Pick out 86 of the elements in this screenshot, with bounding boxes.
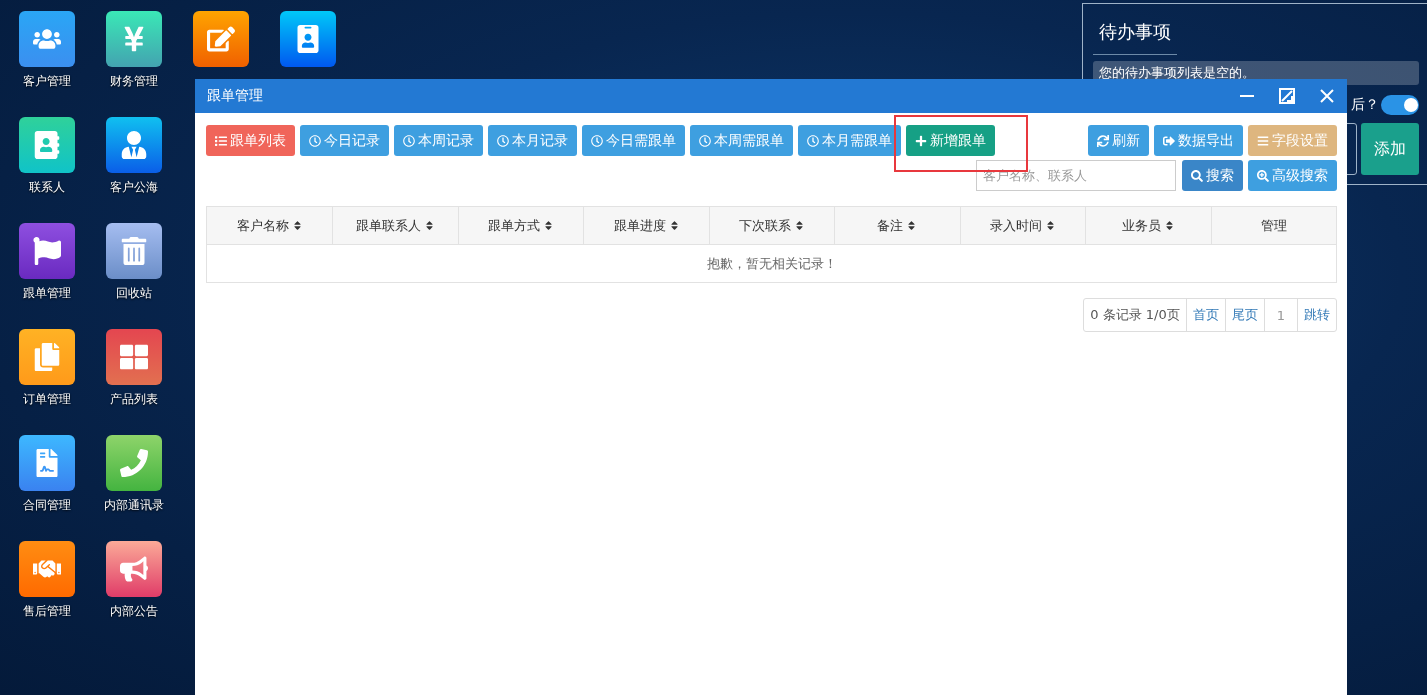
page-link[interactable]: 首页 [1185, 299, 1225, 331]
column-header: 管理 [1210, 207, 1336, 244]
column-header[interactable]: 跟单进度 [583, 207, 709, 244]
record-count: 0 条记录 1/0页 [1089, 306, 1181, 324]
clock-icon [699, 134, 711, 147]
menu-icon [1257, 134, 1269, 147]
clock-icon [591, 134, 603, 147]
search-icon [1191, 169, 1203, 182]
current-page[interactable]: 1 [1263, 299, 1297, 331]
toggle-label: 后？ [1351, 96, 1379, 114]
flag-icon [33, 237, 61, 265]
app-icon[interactable] [19, 435, 75, 491]
refresh-icon [1097, 134, 1109, 147]
address-book-icon [33, 131, 61, 159]
sort-icon[interactable] [291, 220, 303, 231]
app-label: 客户管理 [23, 73, 71, 90]
app-icon[interactable] [106, 117, 162, 173]
app-icon[interactable] [280, 11, 336, 67]
close-icon[interactable] [1318, 87, 1336, 105]
app-icon[interactable] [19, 223, 75, 279]
column-header[interactable]: 下次联系 [708, 207, 835, 244]
trash-icon [120, 237, 148, 265]
column-header[interactable]: 跟单联系人 [332, 207, 458, 244]
app-icon[interactable] [106, 541, 162, 597]
app-label: 内部通讯录 [104, 497, 164, 514]
clock-icon [309, 134, 321, 147]
column-header[interactable]: 录入时间 [959, 207, 1086, 244]
toggle-switch[interactable] [1381, 95, 1419, 115]
app-label: 财务管理 [110, 73, 158, 90]
sort-icon[interactable] [424, 220, 436, 231]
column-header[interactable]: 跟单方式 [457, 207, 584, 244]
empty-message: 抱歉，暂无相关记录！ [706, 254, 837, 273]
toolbar-button[interactable]: 跟单列表 [206, 125, 295, 156]
megaphone-icon [120, 555, 148, 583]
sort-icon[interactable] [1044, 220, 1056, 231]
toolbar-button[interactable]: 本周记录 [394, 125, 483, 156]
toolbar-button[interactable]: 数据导出 [1154, 125, 1243, 156]
app-icon[interactable] [19, 11, 75, 67]
panel-title: 待办事项 [1093, 16, 1177, 55]
toolbar-button[interactable]: 搜索 [1182, 160, 1243, 191]
app-label: 客户公海 [110, 179, 158, 196]
documents-icon [33, 343, 61, 371]
toolbar-button[interactable]: 新增跟单 [906, 125, 995, 156]
app-label: 合同管理 [23, 497, 71, 514]
window-title: 跟单管理 [207, 87, 264, 105]
phone-icon [120, 449, 148, 477]
column-header[interactable]: 业务员 [1085, 207, 1211, 244]
maximize-icon[interactable] [1278, 87, 1296, 105]
column-header[interactable]: 备注 [834, 207, 960, 244]
sort-icon[interactable] [794, 220, 805, 231]
app-label: 内部公告 [110, 603, 158, 620]
toolbar-button[interactable]: 本周需跟单 [690, 125, 793, 156]
toolbar-button[interactable]: 本月记录 [488, 125, 577, 156]
toolbar-button[interactable]: 今日记录 [300, 125, 389, 156]
column-header[interactable]: 客户名称 [207, 207, 333, 244]
zoom-in-icon [1257, 169, 1269, 182]
clock-icon [403, 134, 415, 147]
app-icon[interactable] [106, 223, 162, 279]
toolbar-button[interactable]: 字段设置 [1248, 125, 1337, 156]
clock-icon [807, 134, 819, 147]
list-icon [215, 134, 227, 147]
sort-icon[interactable] [668, 220, 680, 231]
page-link[interactable]: 跳转 [1297, 299, 1336, 331]
plus-icon [915, 134, 927, 147]
toolbar-button[interactable]: 刷新 [1088, 125, 1149, 156]
clock-icon [497, 134, 509, 147]
app-label: 产品列表 [110, 391, 158, 408]
app-label: 回收站 [116, 285, 152, 302]
sort-icon[interactable] [1163, 220, 1175, 231]
sort-icon[interactable] [906, 220, 918, 231]
blocks-icon [120, 343, 148, 371]
page-link[interactable]: 尾页 [1224, 299, 1264, 331]
notebook-icon [207, 25, 235, 53]
app-label: 跟单管理 [23, 285, 71, 302]
export-icon [1163, 134, 1175, 147]
app-icon[interactable] [106, 329, 162, 385]
app-icon[interactable] [193, 11, 249, 67]
toolbar-button[interactable]: 今日需跟单 [582, 125, 685, 156]
app-label: 联系人 [29, 179, 65, 196]
app-label: 订单管理 [23, 391, 71, 408]
sort-icon[interactable] [543, 220, 555, 231]
toolbar-button[interactable]: 本月需跟单 [798, 125, 901, 156]
user-icon [120, 131, 148, 159]
app-label: 售后管理 [23, 603, 71, 620]
toolbar-button[interactable]: 高级搜索 [1248, 160, 1337, 191]
add-button[interactable]: 添加 [1361, 123, 1419, 175]
